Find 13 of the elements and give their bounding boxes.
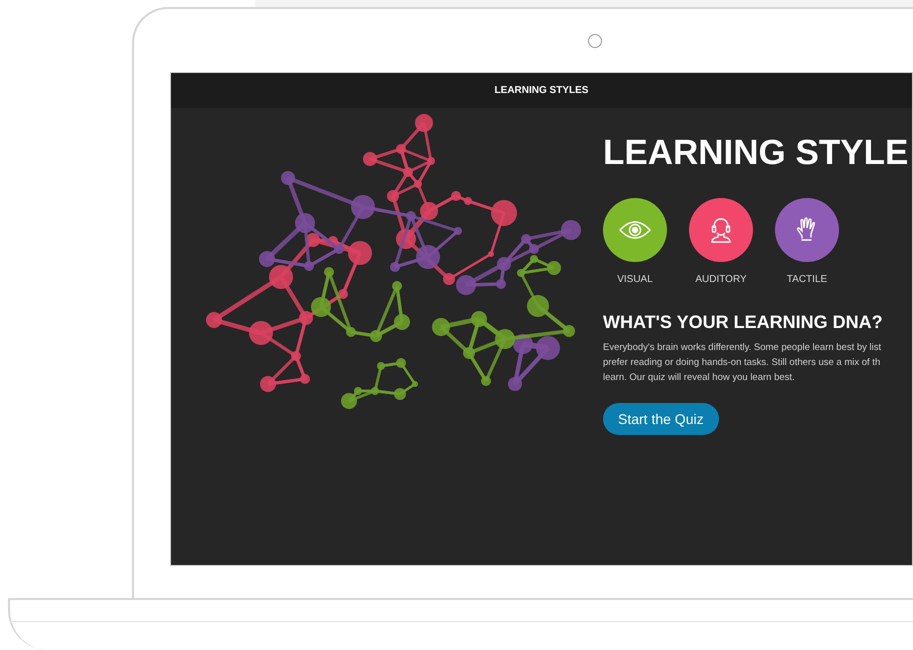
hero-title: LEARNING STYLE [603,133,908,173]
style-label: VISUAL [617,273,653,287]
description-line: prefer reading or doing hands-on tasks. Still others use a mix of th [603,356,882,370]
eye-icon [619,220,651,240]
style-label: TACTILE [786,273,828,287]
camera-icon [588,34,602,48]
description-line: learn. Our quiz will reveal how you learn best. [603,371,796,385]
start-quiz-button[interactable]: Start the Quiz [603,403,719,435]
description-line: Everybody's brain works differently. Some people learn best by list [603,341,882,355]
headphones-person-icon [710,217,732,243]
section-heading: WHAT'S YOUR LEARNING DNA? [603,311,884,334]
style-label: AUDITORY [695,273,747,287]
page-title: LEARNING STYLES [494,84,588,98]
